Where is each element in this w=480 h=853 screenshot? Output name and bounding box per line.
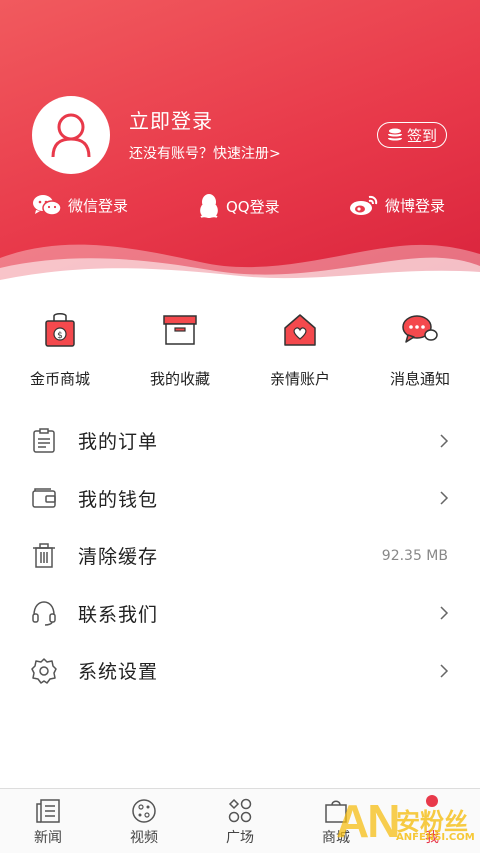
- menu-label: 我的钱包: [78, 488, 159, 511]
- menu-label: 联系我们: [78, 603, 159, 626]
- profile-page: 立即登录 还没有账号？快速注册> 签到 微信登录 QQ登录 微博登录 $ 金币商…: [0, 0, 480, 853]
- tab-label: 商城: [322, 830, 350, 846]
- tab-label: 广场: [226, 830, 254, 846]
- menu-label: 清除缓存: [78, 546, 159, 569]
- trash-icon: [33, 543, 55, 568]
- cache-size: 92.35 MB: [381, 547, 448, 564]
- chevron-right-icon: [440, 664, 449, 678]
- coin-bag-icon: $: [45, 313, 75, 347]
- order-icon: [33, 428, 55, 453]
- profile-icon: [426, 795, 438, 807]
- quick-label: 我的收藏: [149, 370, 210, 388]
- quick-label: 亲情账户: [269, 370, 330, 388]
- box-icon: [163, 315, 197, 345]
- avatar[interactable]: [32, 96, 110, 174]
- tab-me[interactable]: 我: [384, 789, 480, 853]
- chat-bubble-icon: [402, 315, 438, 343]
- headset-icon: [32, 601, 56, 626]
- chevron-right-icon: [440, 606, 449, 620]
- checkin-button[interactable]: 签到: [377, 122, 447, 148]
- tab-news[interactable]: 新闻: [0, 789, 96, 853]
- quick-item-coin-mall[interactable]: $ 金币商城: [0, 306, 120, 396]
- weibo-login-label: 微博登录: [385, 196, 446, 215]
- menu-item-wallet[interactable]: 我的钱包: [0, 470, 480, 528]
- shop-icon: [325, 800, 347, 823]
- menu-item-settings[interactable]: 系统设置: [0, 642, 480, 700]
- menu-item-orders[interactable]: 我的订单: [0, 412, 480, 470]
- bottom-tab-bar: 新闻 视频 广场 商城 我: [0, 788, 480, 853]
- qq-login-button[interactable]: QQ登录: [198, 193, 280, 219]
- quick-item-favorites[interactable]: 我的收藏: [120, 306, 240, 396]
- quick-label: 消息通知: [389, 370, 450, 388]
- login-title[interactable]: 立即登录: [129, 105, 213, 134]
- register-link[interactable]: 还没有账号？快速注册>: [129, 143, 281, 163]
- weibo-icon: [350, 195, 378, 215]
- tab-video[interactable]: 视频: [96, 789, 192, 853]
- coin-stack-icon: [387, 128, 402, 141]
- wechat-login-button[interactable]: 微信登录: [32, 193, 128, 217]
- menu-label: 系统设置: [78, 661, 159, 684]
- settings-menu: 我的订单 我的钱包 清除缓存 92.35 MB 联系我们 系统设置: [0, 412, 480, 700]
- video-icon: [132, 799, 156, 823]
- svg-text:$: $: [57, 331, 63, 341]
- tab-square[interactable]: 广场: [192, 789, 288, 853]
- wechat-login-label: 微信登录: [68, 196, 129, 215]
- wechat-icon: [33, 195, 62, 216]
- quick-label: 金币商城: [29, 370, 90, 388]
- quick-actions: $ 金币商城 我的收藏 亲情账户 消息通知: [0, 306, 480, 396]
- wallet-icon: [32, 488, 56, 508]
- tab-shop[interactable]: 商城: [288, 789, 384, 853]
- chevron-right-icon: [440, 434, 449, 448]
- profile-header: 立即登录 还没有账号？快速注册> 签到 微信登录 QQ登录 微博登录: [0, 0, 480, 290]
- user-avatar-icon: [51, 113, 91, 158]
- menu-label: 我的订单: [78, 431, 159, 454]
- tab-label: 视频: [130, 830, 158, 846]
- weibo-login-button[interactable]: 微博登录: [349, 193, 445, 217]
- settings-icon: [31, 658, 57, 684]
- qq-icon: [200, 194, 218, 219]
- tab-label: 新闻: [34, 830, 62, 846]
- menu-item-contact[interactable]: 联系我们: [0, 585, 480, 643]
- checkin-label: 签到: [406, 126, 437, 145]
- quick-item-notifications[interactable]: 消息通知: [360, 306, 480, 396]
- news-icon: [36, 799, 60, 823]
- qq-login-label: QQ登录: [226, 197, 280, 216]
- quick-item-family-account[interactable]: 亲情账户: [240, 306, 360, 396]
- chevron-right-icon: [440, 491, 449, 505]
- heart-house-icon: [284, 314, 316, 346]
- tab-label: 我: [425, 830, 439, 846]
- menu-item-clear-cache[interactable]: 清除缓存 92.35 MB: [0, 527, 480, 585]
- square-icon: [228, 798, 252, 823]
